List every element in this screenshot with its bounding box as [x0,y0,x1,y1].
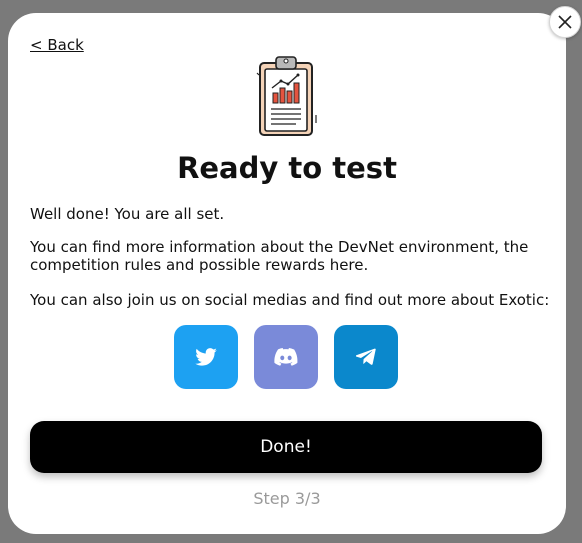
twitter-icon [195,348,217,366]
step-indicator: Step 3/3 [253,489,321,508]
telegram-icon [356,348,376,365]
modal-dialog: < Back Ready to test Well done! You are … [8,13,566,534]
discord-icon [274,348,298,366]
close-button[interactable] [549,6,581,38]
done-button[interactable]: Done! [30,421,542,473]
close-icon [558,15,572,29]
social-message: You can also join us on social medias an… [30,291,550,309]
back-link[interactable]: < Back [30,36,84,54]
telegram-button[interactable] [334,325,398,389]
clipboard-chart-icon [256,56,317,136]
twitter-button[interactable] [174,325,238,389]
success-message: Well done! You are all set. [30,205,225,223]
discord-button[interactable] [254,325,318,389]
page-title: Ready to test [177,151,397,185]
info-message: You can find more information about the … [30,238,529,274]
